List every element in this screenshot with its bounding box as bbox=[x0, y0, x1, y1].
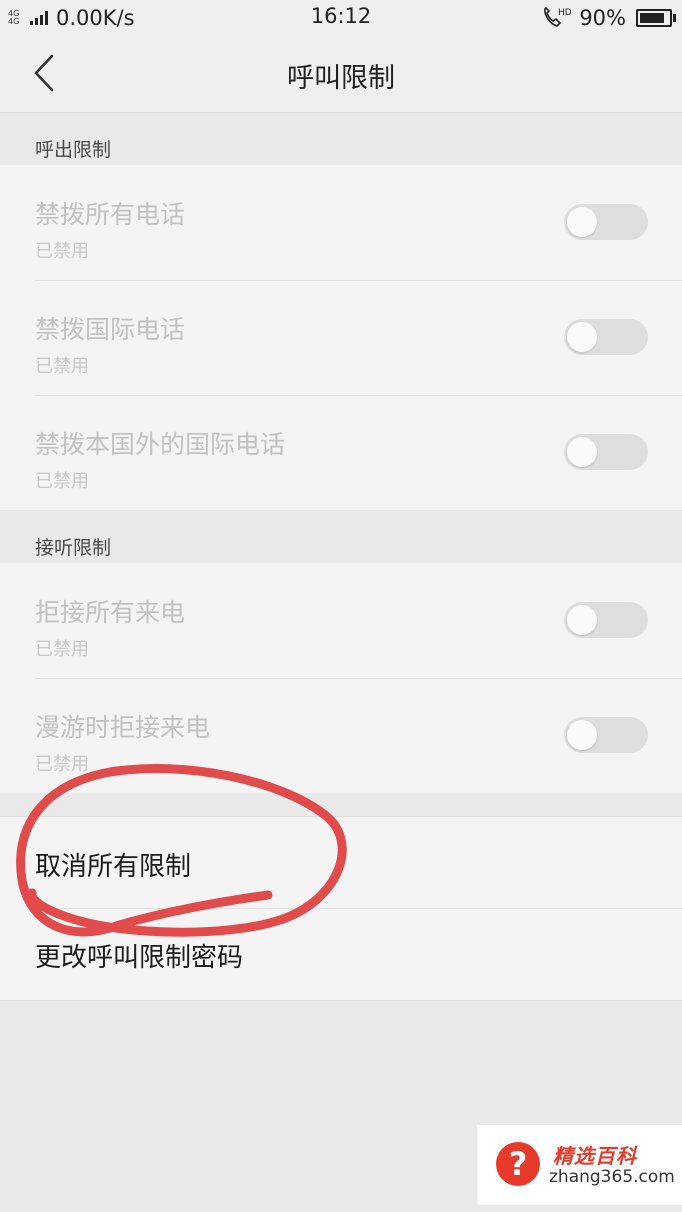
section-header-outgoing: 呼出限制 bbox=[0, 113, 682, 165]
setting-label: 漫游时拒接来电 bbox=[35, 713, 211, 742]
setting-label: 拒接所有来电 bbox=[35, 598, 186, 627]
toggle-knob bbox=[567, 322, 597, 352]
section-title: 呼出限制 bbox=[35, 139, 112, 161]
status-right: HD 90% bbox=[541, 4, 676, 32]
setting-status: 已禁用 bbox=[35, 241, 89, 262]
toggle-switch[interactable] bbox=[564, 717, 648, 753]
status-bar: 4G 4G 0.00K/s 16:12 HD 90% bbox=[0, 0, 682, 36]
question-mark-icon: ? bbox=[496, 1142, 540, 1186]
setting-label: 禁拨所有电话 bbox=[35, 200, 186, 229]
setting-label: 禁拨本国外的国际电话 bbox=[35, 430, 286, 459]
toggle-knob bbox=[567, 605, 597, 635]
app-header: 呼叫限制 bbox=[0, 36, 682, 113]
bar-incoming-roaming-row[interactable]: 漫游时拒接来电 已禁用 bbox=[0, 678, 682, 793]
watermark-site: zhang365.com bbox=[549, 1167, 675, 1187]
action-label: 更改呼叫限制密码 bbox=[35, 943, 244, 973]
section-header-incoming: 接听限制 bbox=[0, 511, 682, 563]
incoming-restrictions-group: 拒接所有来电 已禁用 漫游时拒接来电 已禁用 bbox=[0, 563, 682, 793]
watermark: ? 精选百科 zhang365.com bbox=[477, 1125, 682, 1205]
setting-status: 已禁用 bbox=[35, 356, 89, 377]
toggle-knob bbox=[567, 437, 597, 467]
toggle-switch[interactable] bbox=[564, 602, 648, 638]
toggle-switch[interactable] bbox=[564, 204, 648, 240]
hd-label: HD bbox=[558, 8, 571, 18]
action-label: 取消所有限制 bbox=[35, 852, 192, 882]
actions-group: 取消所有限制 更改呼叫限制密码 bbox=[0, 816, 682, 1001]
cancel-all-restrictions-button[interactable]: 取消所有限制 bbox=[0, 817, 682, 908]
bar-international-except-home-row[interactable]: 禁拨本国外的国际电话 已禁用 bbox=[0, 395, 682, 510]
bar-all-outgoing-row[interactable]: 禁拨所有电话 已禁用 bbox=[0, 165, 682, 280]
page-title: 呼叫限制 bbox=[287, 63, 395, 94]
bar-all-incoming-row[interactable]: 拒接所有来电 已禁用 bbox=[0, 563, 682, 678]
watermark-title: 精选百科 bbox=[553, 1144, 637, 1168]
section-title: 接听限制 bbox=[35, 537, 112, 559]
battery-percent: 90% bbox=[579, 6, 626, 30]
outgoing-restrictions-group: 禁拨所有电话 已禁用 禁拨国际电话 已禁用 禁拨本国外的国际电话 已禁用 bbox=[0, 165, 682, 510]
toggle-knob bbox=[567, 207, 597, 237]
toggle-switch[interactable] bbox=[564, 434, 648, 470]
setting-status: 已禁用 bbox=[35, 471, 89, 492]
phone-hd-icon: HD bbox=[544, 6, 571, 27]
toggle-switch[interactable] bbox=[564, 319, 648, 355]
setting-status: 已禁用 bbox=[35, 639, 89, 660]
setting-label: 禁拨国际电话 bbox=[35, 315, 186, 344]
bar-international-row[interactable]: 禁拨国际电话 已禁用 bbox=[0, 280, 682, 395]
change-password-button[interactable]: 更改呼叫限制密码 bbox=[0, 908, 682, 999]
setting-status: 已禁用 bbox=[35, 754, 89, 775]
toggle-knob bbox=[567, 720, 597, 750]
battery-icon bbox=[636, 9, 676, 27]
